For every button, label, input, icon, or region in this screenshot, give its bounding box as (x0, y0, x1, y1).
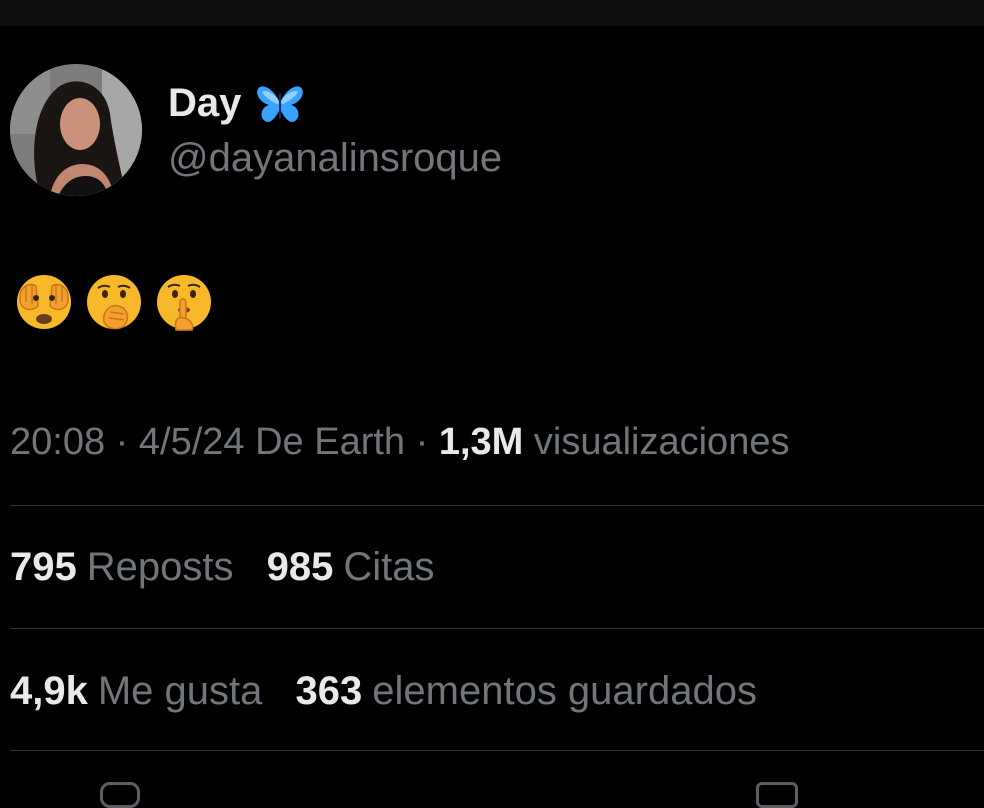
views-count: 1,3M (438, 421, 524, 463)
face-with-hand-over-mouth-icon (87, 275, 141, 330)
bookmarks-label: elementos guardados (372, 669, 757, 713)
reply-icon[interactable] (100, 782, 140, 808)
divider (10, 750, 984, 751)
tweet-date[interactable]: 4/5/24 (139, 421, 245, 463)
likes-label: Me gusta (97, 669, 263, 713)
bookmark-icon[interactable] (756, 782, 798, 808)
likes-count: 4,9k (10, 669, 88, 713)
avatar[interactable] (10, 64, 142, 196)
avatar-photo (10, 64, 142, 196)
reposts-stat[interactable]: 795 Reposts (10, 542, 234, 592)
top-bar (0, 0, 984, 26)
views-label: visualizaciones (533, 421, 790, 463)
likes-stat[interactable]: 4,9k Me gusta (10, 666, 262, 716)
quotes-stat[interactable]: 985 Citas (267, 542, 435, 592)
reposts-count: 795 (10, 545, 77, 589)
reposts-label: Reposts (86, 545, 234, 589)
divider (10, 628, 984, 629)
face-with-hands-over-eyes-icon (17, 275, 71, 329)
tweet-meta: 20:08 · 4/5/24 De Earth · 1,3M visualiza… (10, 418, 789, 466)
author-name-row[interactable]: Day (168, 78, 305, 128)
tweet-time[interactable]: 20:08 (10, 421, 105, 463)
author-handle[interactable]: @dayanalinsroque (168, 134, 502, 182)
divider (10, 505, 984, 506)
bookmarks-stat[interactable]: 363 elementos guardados (296, 666, 757, 716)
separator-dot: · (115, 421, 139, 463)
tweet-text (14, 272, 214, 332)
engagement-row-2: 4,9k Me gusta 363 elementos guardados (10, 666, 779, 716)
engagement-row-1: 795 Reposts 985 Citas (10, 542, 457, 592)
tweet-location: De Earth (255, 421, 406, 463)
display-name[interactable]: Day (168, 81, 241, 126)
bookmarks-count: 363 (295, 669, 363, 713)
shushing-face-icon (157, 275, 211, 331)
separator-dot: · (415, 421, 439, 463)
quotes-count: 985 (266, 545, 334, 589)
butterfly-icon (257, 86, 304, 122)
quotes-label: Citas (343, 545, 435, 589)
